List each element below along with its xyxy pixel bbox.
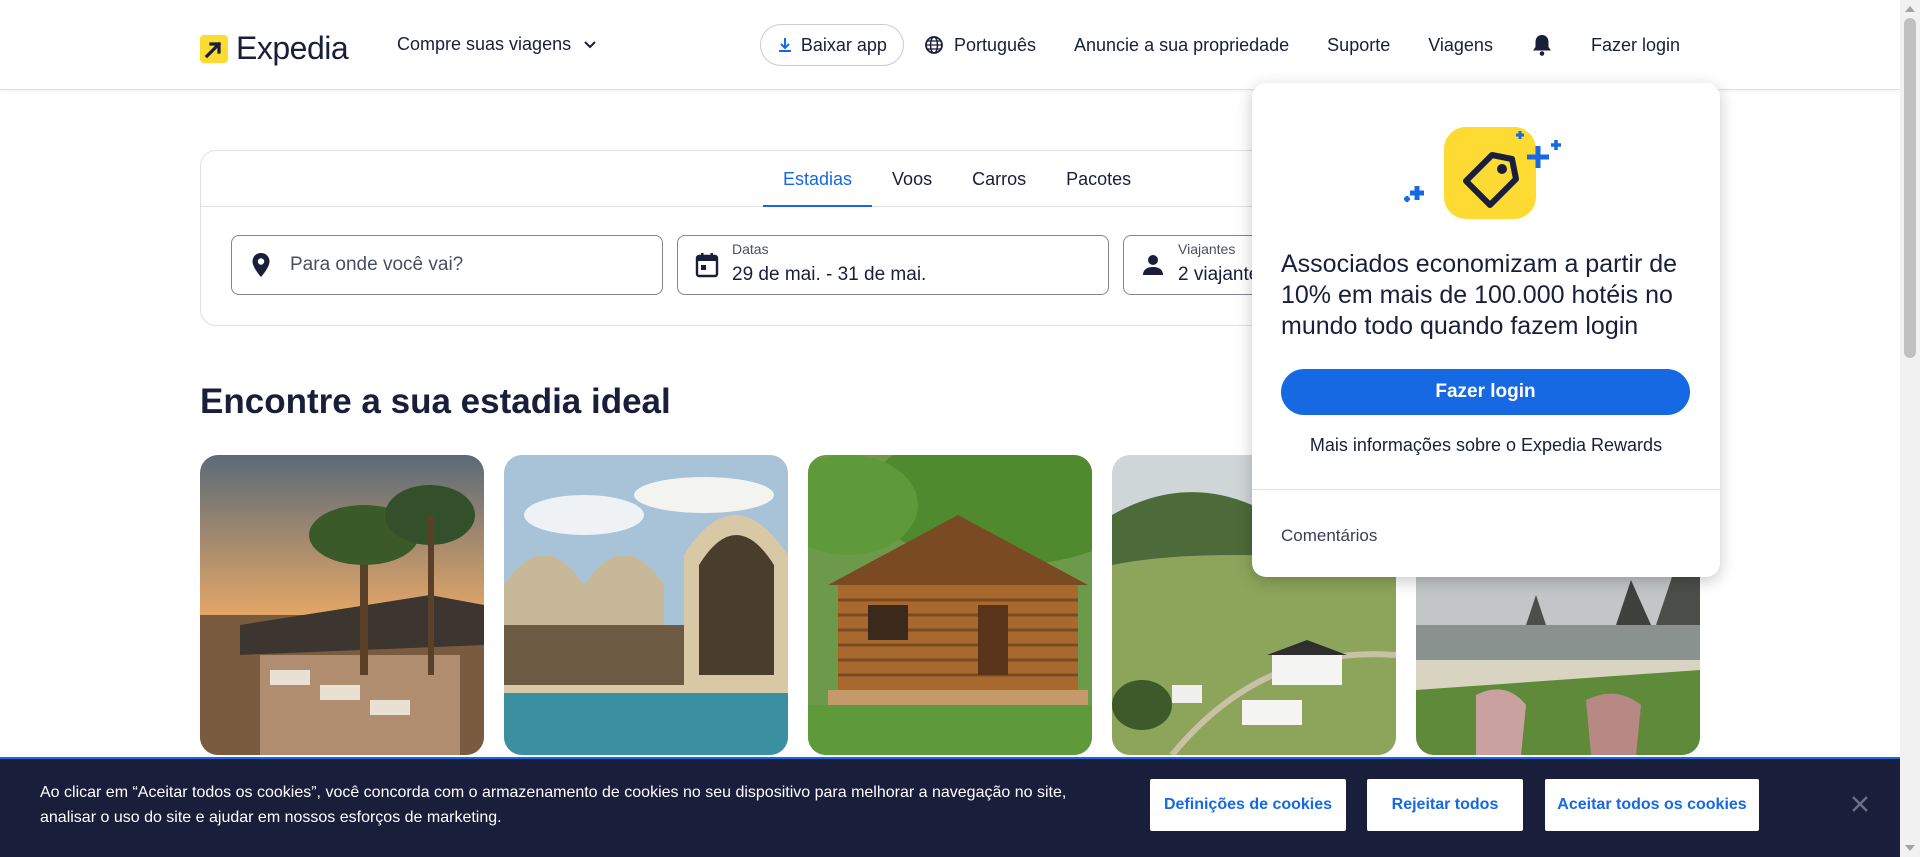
login-link[interactable]: Fazer login [1591,35,1680,56]
cookie-message: Ao clicar em “Aceitar todos os cookies”,… [40,784,1067,826]
rewards-tag-icon [1404,123,1564,228]
header-nav: Baixar app Português Anuncie a sua propr… [759,24,1680,66]
scroll-thumb[interactable] [1904,18,1916,358]
destination-placeholder: Para onde você vai? [290,254,464,275]
property-card-log-cabin[interactable] [808,455,1092,755]
cookie-banner: Ao clicar em “Aceitar todos os cookies”,… [0,757,1900,857]
download-app-button[interactable]: Baixar app [759,24,904,66]
language-label: Português [953,34,1037,55]
download-app-label: Baixar app [800,34,887,55]
resort-image [200,455,484,755]
tab-cars[interactable]: Carros [952,151,1046,207]
shop-travel-label: Compre suas viagens [397,34,572,54]
dates-field[interactable]: Datas 29 de mai. - 31 de mai. [677,235,1109,295]
login-dropdown-panel: Associados economizam a partir de 10% em… [1252,83,1720,577]
tab-stays[interactable]: Estadias [763,151,873,207]
travelers-label: Viajantes [1178,241,1236,257]
trips-link[interactable]: Viagens [1428,35,1493,56]
villa-image [504,455,788,755]
download-icon [778,38,791,52]
site-header: Expedia Compre suas viagens Baixar app P… [0,0,1900,90]
support-link[interactable]: Suporte [1327,35,1390,56]
chevron-down-icon [584,40,596,48]
cabin-image [808,455,1092,755]
accept-all-button[interactable]: Aceitar todos os cookies [1545,779,1759,831]
location-pin-icon [232,252,290,278]
language-selector[interactable]: Português [924,35,1036,56]
tab-packages[interactable]: Pacotes [1046,151,1151,207]
close-icon[interactable] [1850,794,1870,814]
logo-arrow-icon [200,34,228,63]
globe-icon [925,36,943,54]
calendar-icon [678,252,736,278]
scroll-down-arrow-icon[interactable] [1905,845,1915,851]
scroll-up-arrow-icon[interactable] [1905,6,1915,12]
destination-field[interactable]: Para onde você vai? [231,235,663,295]
panel-divider [1252,489,1720,490]
list-property-link[interactable]: Anuncie a sua propriedade [1074,35,1289,56]
person-icon [1124,254,1182,276]
property-card-pool-villa[interactable] [504,455,788,755]
cookie-settings-button[interactable]: Definições de cookies [1150,779,1346,831]
rewards-message: Associados economizam a partir de 10% em… [1281,250,1678,340]
rewards-info-link[interactable]: Mais informações sobre o Expedia Rewards [1252,435,1720,456]
expedia-logo[interactable]: Expedia [200,30,349,67]
tab-flights[interactable]: Voos [872,151,952,207]
property-card-desert-resort[interactable] [200,455,484,755]
brand-name: Expedia [236,30,349,66]
panel-login-button[interactable]: Fazer login [1281,369,1690,415]
bell-icon [1532,35,1551,56]
reject-all-button[interactable]: Rejeitar todos [1367,779,1523,831]
dates-value: 29 de mai. - 31 de mai. [732,264,927,285]
page-scrollbar[interactable] [1900,0,1920,857]
section-title: Encontre a sua estadia ideal [200,382,671,421]
feedback-link[interactable]: Comentários [1281,526,1377,546]
notifications-button[interactable] [1531,33,1553,57]
dates-label: Datas [732,241,769,257]
shop-travel-menu[interactable]: Compre suas viagens [397,34,597,55]
